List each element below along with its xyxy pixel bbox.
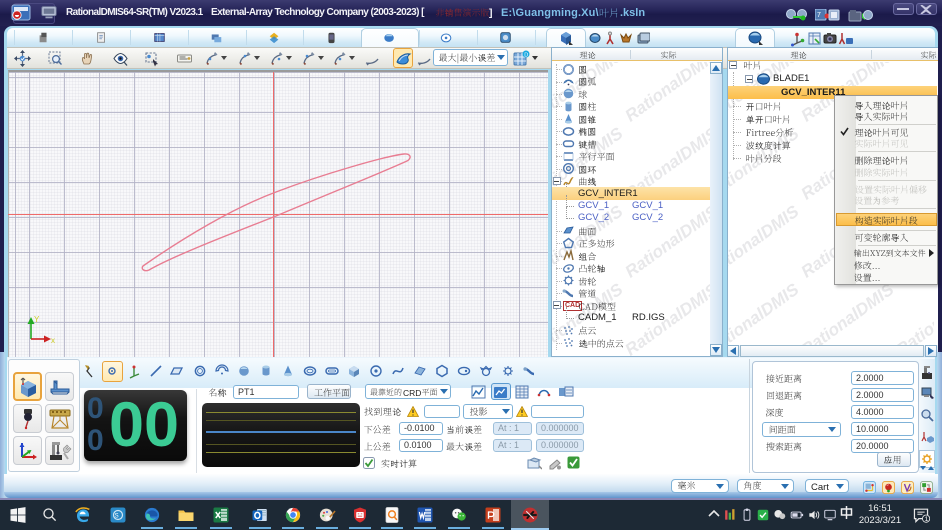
svg-text:S: S	[115, 513, 119, 519]
svg-text:x: x	[51, 336, 55, 345]
svg-text:7: 7	[817, 12, 821, 19]
svg-text:1: 1	[925, 516, 929, 523]
svg-text:Y: Y	[34, 315, 40, 324]
svg-text:D: D	[524, 53, 528, 59]
